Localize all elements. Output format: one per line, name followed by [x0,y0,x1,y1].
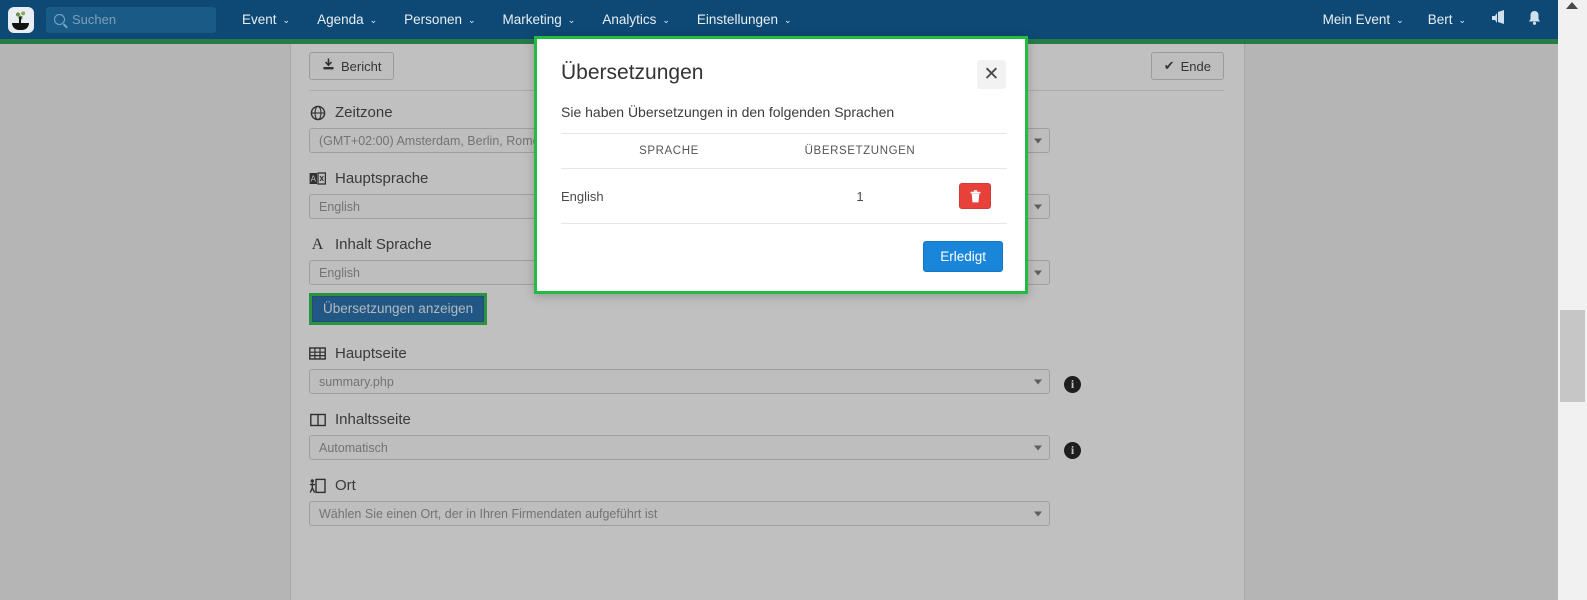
nav-item-einstellungen[interactable]: Einstellungen ⌄ [697,12,792,27]
column-header-uebersetzungen: ÜBERSETZUNGEN [777,133,943,169]
scroll-up-arrow-icon[interactable] [1566,2,1578,9]
cell-language: English [561,168,777,224]
megaphone-icon[interactable] [1490,10,1507,29]
nav-label: Marketing [502,12,562,27]
chevron-down-icon: ⌄ [1396,15,1404,25]
modal-subtitle: Sie haben Übersetzungen in den folgenden… [561,104,895,120]
nav-item-agenda[interactable]: Agenda ⌄ [317,12,377,27]
chevron-down-icon: ⌄ [282,15,291,25]
translations-table: SPRACHE ÜBERSETZUNGEN English 1 [561,133,1007,224]
translations-modal: Übersetzungen ✕ Sie haben Übersetzungen … [534,36,1028,294]
cell-translations-count: 1 [777,168,943,224]
nav-label: Einstellungen [696,12,778,27]
table-header-row: SPRACHE ÜBERSETZUNGEN [561,133,1007,169]
column-header-sprache: SPRACHE [561,133,777,169]
delete-translation-button[interactable] [959,183,991,209]
nav-label: Agenda [317,12,364,27]
table-body: English 1 [561,168,1007,224]
search-input[interactable]: Suchen [46,6,216,33]
search-placeholder: Suchen [72,12,117,27]
nav-label: Mein Event [1322,12,1391,27]
table-row: English 1 [561,168,1007,224]
nav-label: Bert [1427,12,1453,27]
nav-item-mein-event[interactable]: Mein Event ⌄ [1323,12,1404,27]
chevron-down-icon: ⌄ [369,15,378,25]
app-logo[interactable] [8,6,34,33]
navbar-right-group: Mein Event ⌄ Bert ⌄ [1323,10,1558,30]
top-navbar: Suchen Event ⌄ Agenda ⌄ Personen ⌄ Marke… [0,0,1558,39]
chevron-down-icon: ⌄ [1458,15,1466,25]
nav-item-analytics[interactable]: Analytics ⌄ [602,12,670,27]
chevron-down-icon: ⌄ [783,15,792,25]
nav-item-personen[interactable]: Personen ⌄ [404,12,475,27]
confirm-button[interactable]: Erledigt [923,241,1003,272]
nav-label: Personen [404,12,462,27]
column-header-actions [943,133,1007,169]
nav-item-user-bert[interactable]: Bert ⌄ [1428,12,1466,27]
search-icon [54,14,65,25]
chevron-down-icon: ⌄ [662,15,670,25]
modal-title: Übersetzungen [561,61,704,84]
modal-footer: Erledigt [923,241,1003,272]
nav-label: Event [242,12,277,27]
table-head: SPRACHE ÜBERSETZUNGEN [561,133,1007,169]
page-scrollbar[interactable] [1558,0,1587,600]
close-icon[interactable]: ✕ [977,60,1006,89]
nav-item-event[interactable]: Event ⌄ [242,12,290,27]
chevron-down-icon: ⌄ [567,15,576,25]
scrollbar-thumb[interactable] [1560,310,1585,402]
chevron-down-icon: ⌄ [467,15,476,25]
cell-actions [943,168,1007,224]
nav-item-marketing[interactable]: Marketing ⌄ [503,12,576,27]
nav-label: Analytics [602,12,657,27]
logo-base [12,22,29,30]
bell-icon[interactable] [1527,10,1542,30]
